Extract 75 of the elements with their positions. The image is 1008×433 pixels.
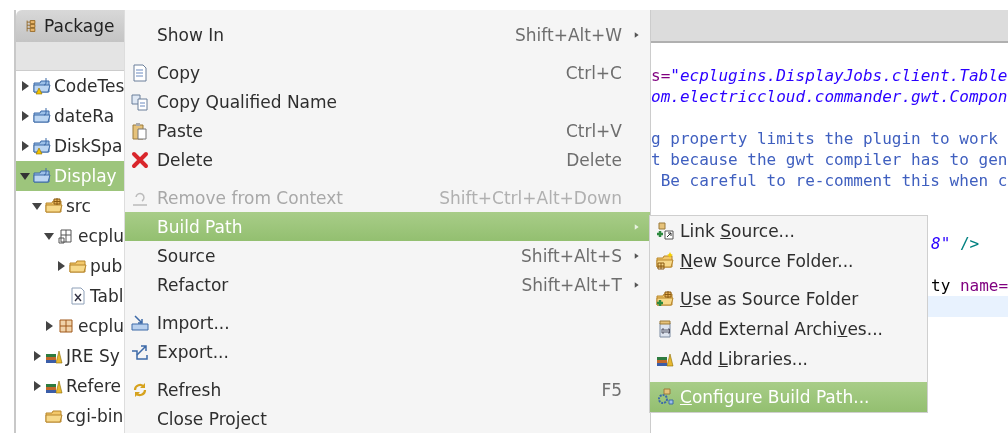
- folder-plus-icon: [656, 290, 674, 308]
- menu-item[interactable]: Paste Ctrl+V: [125, 116, 650, 145]
- code-line: Be careful to re-comment this when c: [659, 171, 1008, 190]
- shortcut-text: Shift+Alt+S: [521, 245, 622, 266]
- expand-arrow-icon[interactable]: [20, 111, 30, 121]
- shortcut-text: Delete: [566, 149, 622, 170]
- folder-icon: [45, 407, 63, 425]
- code-line: t because the gwt compiler has to gen: [651, 150, 1008, 169]
- shortcut-text: Ctrl+V: [565, 120, 622, 141]
- expand-arrow-icon[interactable]: [20, 81, 30, 91]
- project-folder-icon: [33, 167, 51, 185]
- menu-item[interactable]: Copy Ctrl+C: [125, 58, 650, 87]
- tree-item[interactable]: ecplu: [16, 221, 124, 251]
- expand-arrow-icon[interactable]: [20, 141, 30, 151]
- collapse-arrow-icon[interactable]: [20, 171, 30, 181]
- source-folder-icon: [45, 197, 63, 215]
- expand-arrow-icon[interactable]: [56, 261, 66, 271]
- expand-arrow-icon[interactable]: [32, 381, 42, 391]
- expand-arrow-icon[interactable]: [44, 321, 54, 331]
- import-icon: [131, 313, 149, 332]
- tree-item[interactable]: src: [16, 191, 124, 221]
- code-line: 8" />: [931, 234, 980, 253]
- tree-item[interactable]: JRE Sy: [16, 341, 124, 371]
- menu-item[interactable]: Use as Source Folder: [650, 284, 927, 314]
- tree-item[interactable]: ecplu: [16, 311, 124, 341]
- menu-item[interactable]: Import...: [125, 308, 650, 337]
- menu-item[interactable]: Add Libraries...: [650, 344, 927, 374]
- tree-item[interactable]: DiskSpa: [16, 131, 124, 161]
- folder-icon: [69, 257, 87, 275]
- shortcut-text: Shift+Alt+W: [515, 24, 622, 45]
- package-icon: [57, 227, 75, 245]
- code-line: om.electriccloud.commander.gwt.Compon: [651, 87, 1008, 106]
- code-line: ty name=: [931, 276, 1008, 295]
- package-icon: [57, 317, 75, 335]
- link-source-icon: [656, 222, 674, 240]
- collapse-arrow-icon[interactable]: [32, 201, 42, 211]
- menu-item[interactable]: Close Project: [125, 404, 650, 433]
- menu-item[interactable]: Refactor Shift+Alt+T: [125, 270, 650, 299]
- menu-item[interactable]: Export...: [125, 337, 650, 366]
- menu-item[interactable]: Show In Shift+Alt+W: [125, 20, 650, 49]
- menu-item[interactable]: Link Source...: [650, 216, 927, 246]
- package-explorer-tab[interactable]: Package: [16, 10, 124, 42]
- menu-item[interactable]: Add External Archives...: [650, 314, 927, 344]
- shortcut-text: Shift+Alt+T: [521, 274, 622, 295]
- menu-item[interactable]: New Source Folder...: [650, 246, 927, 276]
- xml-file-icon: [69, 287, 87, 305]
- tree-item[interactable]: Refere: [16, 371, 124, 401]
- clipboard-icon: [131, 121, 149, 140]
- menu-item[interactable]: Source Shift+Alt+S: [125, 241, 650, 270]
- tree-item[interactable]: CodeTes: [16, 71, 124, 101]
- tree-item[interactable]: cgi-bin: [16, 401, 124, 431]
- delete-icon: [131, 150, 149, 169]
- tree-item[interactable]: pub: [16, 251, 124, 281]
- tree-item[interactable]: Tabl: [16, 281, 124, 311]
- export-icon: [131, 342, 149, 361]
- document-icon: [131, 63, 149, 82]
- tree-item[interactable]: dateRa: [16, 101, 124, 131]
- jar-icon: [656, 320, 674, 338]
- expand-arrow-icon[interactable]: [32, 351, 42, 361]
- code-line: g property limits the plugin to work: [651, 129, 998, 148]
- folder-warning-icon: [33, 137, 51, 155]
- code-line: s="ecplugins.DisplayJobs.client.Table: [651, 66, 1008, 85]
- folder-warning-icon: [33, 77, 51, 95]
- gear-icon: [656, 388, 674, 406]
- menu-item[interactable]: Delete Delete: [125, 145, 650, 174]
- menu-item[interactable]: Copy Qualified Name: [125, 87, 650, 116]
- menu-item[interactable]: Refresh F5: [125, 375, 650, 404]
- new-folder-icon: [656, 252, 674, 270]
- project-folder-icon: [33, 107, 51, 125]
- shortcut-text: F5: [601, 379, 622, 400]
- shortcut-text: Ctrl+C: [565, 62, 622, 83]
- collapse-arrow-icon[interactable]: [44, 231, 54, 241]
- shortcut-text: Shift+Ctrl+Alt+Down: [439, 187, 622, 208]
- documents-icon: [131, 92, 149, 111]
- package-explorer-icon: [24, 17, 38, 35]
